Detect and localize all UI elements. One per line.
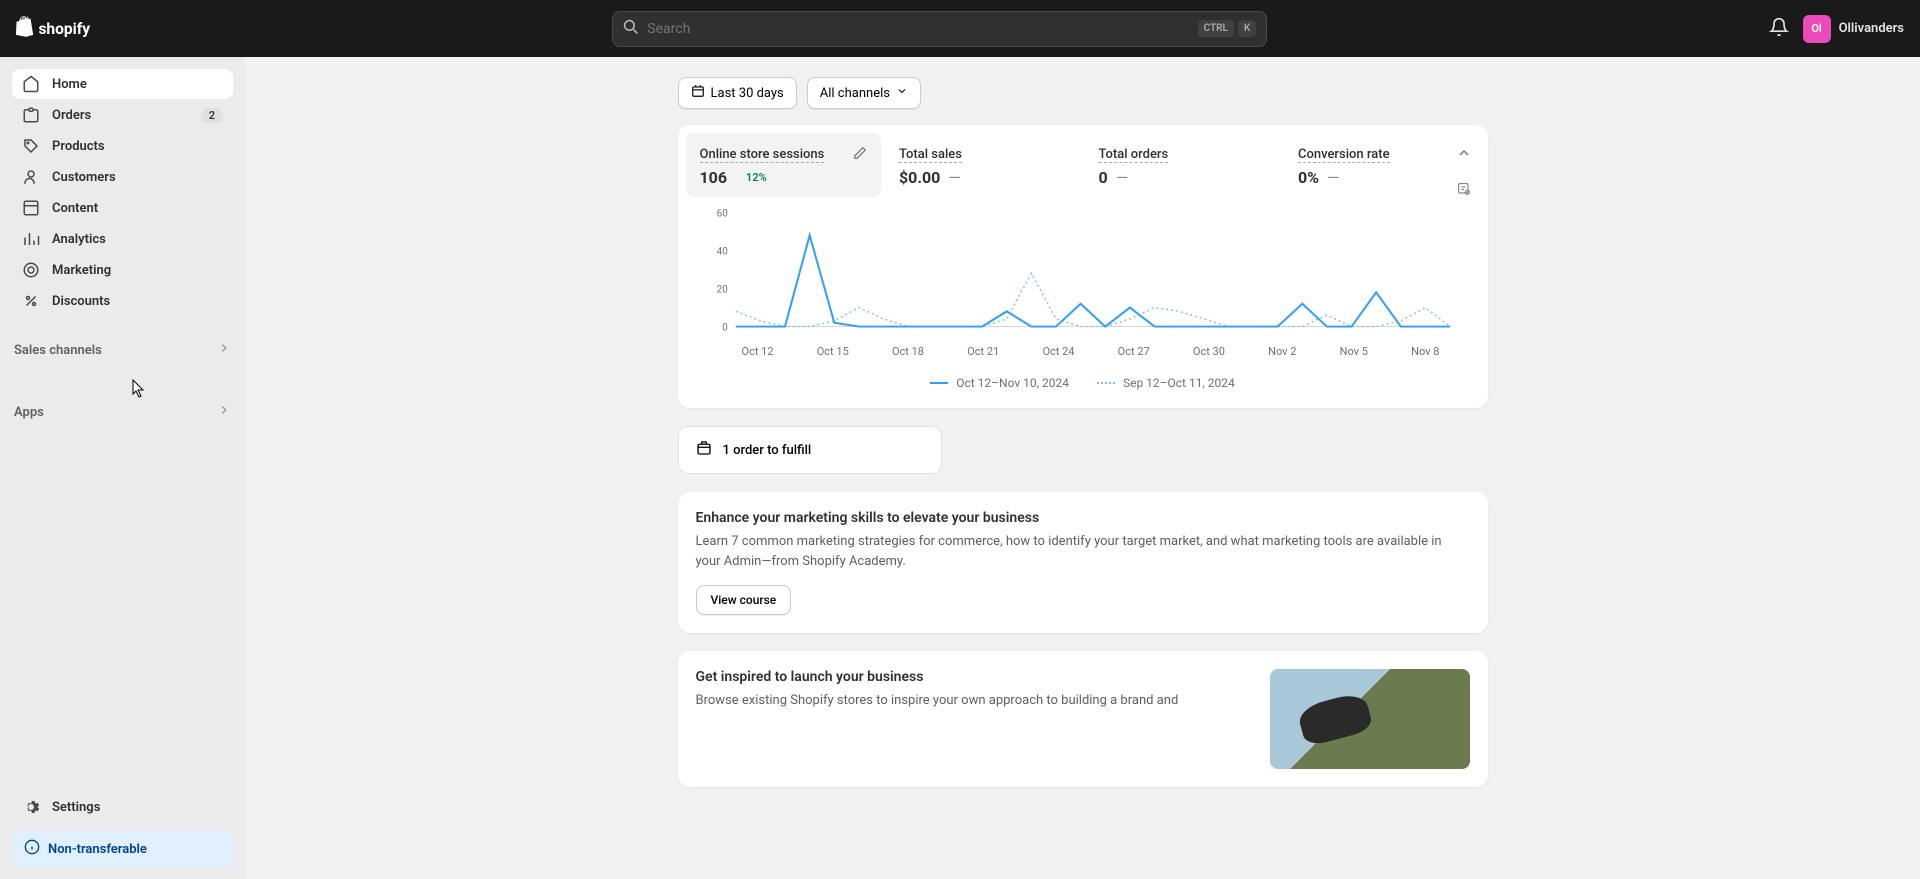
metric-sales[interactable]: Total sales $0.00 —: [885, 133, 1081, 197]
nav-label: Orders: [52, 108, 189, 123]
metric-delta: —: [948, 168, 961, 187]
card-body: Learn 7 common marketing strategies for …: [696, 532, 1470, 571]
nav-home[interactable]: Home: [12, 69, 233, 99]
user-menu[interactable]: Ol Ollivanders: [1803, 15, 1904, 43]
notifications-icon[interactable]: [1769, 17, 1789, 41]
search-shortcut: CTRL K: [1198, 20, 1257, 37]
channels-filter[interactable]: All channels: [807, 77, 921, 109]
channels-label: All channels: [820, 86, 890, 101]
search-icon: [623, 19, 639, 39]
card-body: Browse existing Shopify stores to inspir…: [696, 691, 1250, 711]
nav-analytics[interactable]: Analytics: [12, 224, 233, 254]
metric-conversion[interactable]: Conversion rate 0% —: [1284, 133, 1480, 197]
home-icon: [22, 75, 40, 93]
analytics-card: Online store sessions 106 12% Total sale…: [678, 125, 1488, 408]
nav-settings[interactable]: Settings: [12, 792, 233, 822]
nav-discounts[interactable]: Discounts: [12, 286, 233, 316]
discounts-icon: [22, 292, 40, 310]
card-title: Get inspired to launch your business: [696, 669, 1250, 685]
marketing-icon: [22, 261, 40, 279]
sidebar: Home Orders 2 Products Customers Content…: [0, 57, 245, 879]
nav-label: Discounts: [52, 294, 223, 309]
chevron-down-icon: [896, 85, 908, 101]
package-icon: [695, 439, 713, 461]
metric-orders[interactable]: Total orders 0 —: [1085, 133, 1281, 197]
metric-sessions[interactable]: Online store sessions 106 12%: [686, 133, 882, 197]
metric-value: 0%: [1298, 168, 1319, 187]
section-label-text: Sales channels: [14, 343, 102, 358]
inspire-image: [1270, 669, 1470, 769]
nav-label: Products: [52, 139, 223, 154]
nav-label: Analytics: [52, 232, 223, 247]
nav-content[interactable]: Content: [12, 193, 233, 223]
metric-label: Online store sessions: [700, 147, 825, 163]
products-icon: [22, 137, 40, 155]
nav-label: Marketing: [52, 263, 223, 278]
nav-label: Customers: [52, 170, 223, 185]
customers-icon: [22, 168, 40, 186]
search-box[interactable]: CTRL K: [612, 11, 1267, 47]
metric-delta: 12%: [735, 171, 767, 184]
avatar: Ol: [1803, 15, 1831, 43]
section-label-text: Apps: [14, 405, 44, 420]
view-course-button[interactable]: View course: [696, 585, 792, 615]
svg-text:60: 60: [716, 208, 727, 219]
main-content: Last 30 days All channels Online store s…: [245, 57, 1920, 879]
user-name: Ollivanders: [1839, 21, 1904, 36]
date-range-filter[interactable]: Last 30 days: [678, 77, 797, 109]
gear-icon: [22, 798, 40, 816]
collapse-chart-icon[interactable]: [1456, 145, 1472, 165]
svg-text:0: 0: [722, 323, 728, 334]
metric-label: Total orders: [1099, 147, 1169, 163]
chevron-right-icon: [217, 403, 231, 421]
metric-value: $0.00: [899, 168, 940, 187]
chevron-right-icon: [217, 341, 231, 359]
orders-icon: [22, 106, 40, 124]
info-icon: [24, 839, 40, 859]
non-transferable-banner[interactable]: Non-transferable: [12, 831, 233, 867]
nav-label: Content: [52, 201, 223, 216]
sessions-chart: 6040200 Oct 12Oct 15Oct 18Oct 21Oct 24Oc…: [686, 197, 1480, 400]
topbar: shopify CTRL K Ol Ollivanders: [0, 0, 1920, 57]
inspire-card: Get inspired to launch your business Bro…: [678, 651, 1488, 787]
nav-products[interactable]: Products: [12, 131, 233, 161]
legend-current: Oct 12–Nov 10, 2024: [930, 376, 1069, 390]
non-transferable-label: Non-transferable: [48, 842, 147, 857]
orders-badge: 2: [201, 108, 223, 123]
metric-delta: —: [1327, 168, 1340, 187]
metric-label: Total sales: [899, 147, 962, 163]
legend-previous: Sep 12–Oct 11, 2024: [1097, 376, 1235, 390]
svg-text:40: 40: [716, 246, 727, 257]
nav-label: Settings: [52, 800, 223, 815]
fulfill-label: 1 order to fulfill: [723, 443, 812, 458]
nav-label: Home: [52, 77, 223, 92]
card-title: Enhance your marketing skills to elevate…: [696, 510, 1470, 526]
metric-delta: —: [1116, 168, 1129, 187]
svg-text:20: 20: [716, 285, 727, 296]
metric-value: 0: [1099, 168, 1108, 187]
nav-orders[interactable]: Orders 2: [12, 100, 233, 130]
metric-label: Conversion rate: [1298, 147, 1390, 163]
edit-icon[interactable]: [853, 145, 867, 164]
section-apps[interactable]: Apps: [12, 395, 233, 429]
nav-marketing[interactable]: Marketing: [12, 255, 233, 285]
shopify-logo[interactable]: shopify: [16, 15, 111, 43]
search-input[interactable]: [647, 21, 1197, 37]
calendar-icon: [691, 84, 705, 102]
marketing-card: Enhance your marketing skills to elevate…: [678, 492, 1488, 633]
date-label: Last 30 days: [711, 86, 784, 101]
metric-value: 106: [700, 168, 728, 187]
chart-canvas: 60 40 20 0: [706, 207, 1460, 337]
svg-text:shopify: shopify: [38, 20, 90, 38]
analytics-icon: [22, 230, 40, 248]
section-sales-channels[interactable]: Sales channels: [12, 333, 233, 367]
nav-customers[interactable]: Customers: [12, 162, 233, 192]
fulfill-card[interactable]: 1 order to fulfill: [678, 426, 942, 474]
content-icon: [22, 199, 40, 217]
